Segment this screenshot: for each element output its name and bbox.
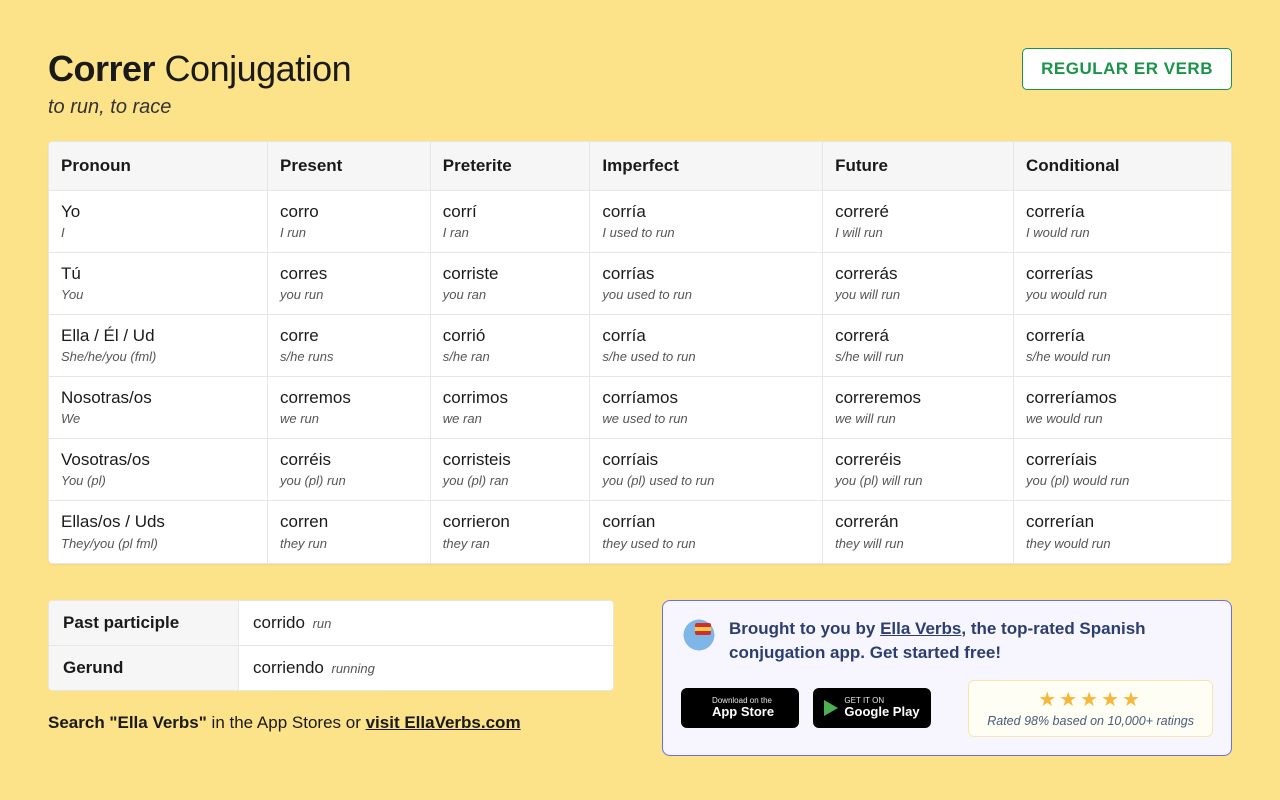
participle-row: Gerundcorriendo running bbox=[49, 645, 614, 690]
pronoun-cell: Ella / Él / UdShe/he/you (fml) bbox=[49, 315, 268, 377]
column-header: Present bbox=[267, 142, 430, 191]
table-row: Ella / Él / UdShe/he/you (fml)corres/he … bbox=[49, 315, 1232, 377]
ellaverbs-link[interactable]: visit EllaVerbs.com bbox=[366, 713, 521, 732]
participle-label: Gerund bbox=[49, 645, 239, 690]
page-title: Correr Conjugation bbox=[48, 48, 351, 90]
conjugation-cell: corrías/he used to run bbox=[590, 315, 823, 377]
title-rest: Conjugation bbox=[155, 48, 351, 89]
conjugation-cell: corríI ran bbox=[430, 191, 590, 253]
conjugation-cell: correrías/he would run bbox=[1014, 315, 1232, 377]
participle-value: corriendo running bbox=[239, 645, 614, 690]
app-store-badge[interactable]: Download on the App Store bbox=[681, 688, 799, 728]
conjugation-cell: corrimoswe ran bbox=[430, 377, 590, 439]
conjugation-cell: correríanthey would run bbox=[1014, 501, 1232, 563]
conjugation-cell: correríaisyou (pl) would run bbox=[1014, 439, 1232, 501]
column-header: Imperfect bbox=[590, 142, 823, 191]
ella-verbs-link[interactable]: Ella Verbs bbox=[880, 619, 961, 638]
verb-name: Correr bbox=[48, 48, 155, 89]
column-header: Conditional bbox=[1014, 142, 1232, 191]
conjugation-cell: correréisyou (pl) will run bbox=[823, 439, 1014, 501]
conjugation-cell: corréisyou (pl) run bbox=[267, 439, 430, 501]
conjugation-cell: correréI will run bbox=[823, 191, 1014, 253]
conjugation-cell: corríaI used to run bbox=[590, 191, 823, 253]
conjugation-cell: correrás/he will run bbox=[823, 315, 1014, 377]
promo-text: Brought to you by Ella Verbs, the top-ra… bbox=[729, 617, 1213, 666]
conjugation-cell: corríasyou used to run bbox=[590, 253, 823, 315]
conjugation-cell: correríaI would run bbox=[1014, 191, 1232, 253]
pronoun-cell: TúYou bbox=[49, 253, 268, 315]
conjugation-cell: correrásyou will run bbox=[823, 253, 1014, 315]
google-play-badge[interactable]: GET IT ON Google Play bbox=[813, 688, 931, 728]
conjugation-cell: corríanthey used to run bbox=[590, 501, 823, 563]
conjugation-cell: correremoswe will run bbox=[823, 377, 1014, 439]
column-header: Future bbox=[823, 142, 1014, 191]
conjugation-cell: corresyou run bbox=[267, 253, 430, 315]
pronoun-cell: YoI bbox=[49, 191, 268, 253]
star-icons: ★★★★★ bbox=[987, 687, 1194, 712]
conjugation-cell: correríamoswe would run bbox=[1014, 377, 1232, 439]
conjugation-cell: corrieronthey ran bbox=[430, 501, 590, 563]
conjugation-cell: corres/he runs bbox=[267, 315, 430, 377]
column-header: Pronoun bbox=[49, 142, 268, 191]
participle-value: corrido run bbox=[239, 600, 614, 645]
conjugation-cell: corríaisyou (pl) used to run bbox=[590, 439, 823, 501]
search-hint: Search "Ella Verbs" in the App Stores or… bbox=[48, 713, 614, 733]
rating-text: Rated 98% based on 10,000+ ratings bbox=[987, 714, 1194, 728]
verb-type-badge: REGULAR ER VERB bbox=[1022, 48, 1232, 90]
column-header: Preterite bbox=[430, 142, 590, 191]
verb-translation: to run, to race bbox=[48, 96, 351, 119]
conjugation-cell: corriós/he ran bbox=[430, 315, 590, 377]
conjugation-cell: corristeisyou (pl) ran bbox=[430, 439, 590, 501]
play-icon bbox=[824, 700, 838, 716]
conjugation-cell: correnthey run bbox=[267, 501, 430, 563]
conjugation-cell: corremoswe run bbox=[267, 377, 430, 439]
promo-box: Brought to you by Ella Verbs, the top-ra… bbox=[662, 600, 1232, 756]
participle-table: Past participlecorrido runGerundcorriend… bbox=[48, 600, 614, 691]
participle-label: Past participle bbox=[49, 600, 239, 645]
conjugation-cell: correríasyou would run bbox=[1014, 253, 1232, 315]
participle-row: Past participlecorrido run bbox=[49, 600, 614, 645]
conjugation-cell: corríamoswe used to run bbox=[590, 377, 823, 439]
table-row: TúYoucorresyou runcorristeyou rancorrías… bbox=[49, 253, 1232, 315]
app-icon bbox=[681, 617, 717, 653]
table-row: Nosotras/osWecorremoswe runcorrimoswe ra… bbox=[49, 377, 1232, 439]
conjugation-cell: correránthey will run bbox=[823, 501, 1014, 563]
conjugation-cell: corristeyou ran bbox=[430, 253, 590, 315]
rating-box: ★★★★★ Rated 98% based on 10,000+ ratings bbox=[968, 680, 1213, 737]
conjugation-cell: corroI run bbox=[267, 191, 430, 253]
table-row: Vosotras/osYou (pl)corréisyou (pl) runco… bbox=[49, 439, 1232, 501]
table-row: Ellas/os / UdsThey/you (pl fml)correnthe… bbox=[49, 501, 1232, 563]
pronoun-cell: Ellas/os / UdsThey/you (pl fml) bbox=[49, 501, 268, 563]
search-hint-bold: Search "Ella Verbs" bbox=[48, 713, 207, 732]
pronoun-cell: Vosotras/osYou (pl) bbox=[49, 439, 268, 501]
conjugation-table: PronounPresentPreteriteImperfectFutureCo… bbox=[48, 141, 1232, 564]
search-hint-mid: in the App Stores or bbox=[207, 713, 366, 732]
table-row: YoIcorroI runcorríI rancorríaI used to r… bbox=[49, 191, 1232, 253]
pronoun-cell: Nosotras/osWe bbox=[49, 377, 268, 439]
